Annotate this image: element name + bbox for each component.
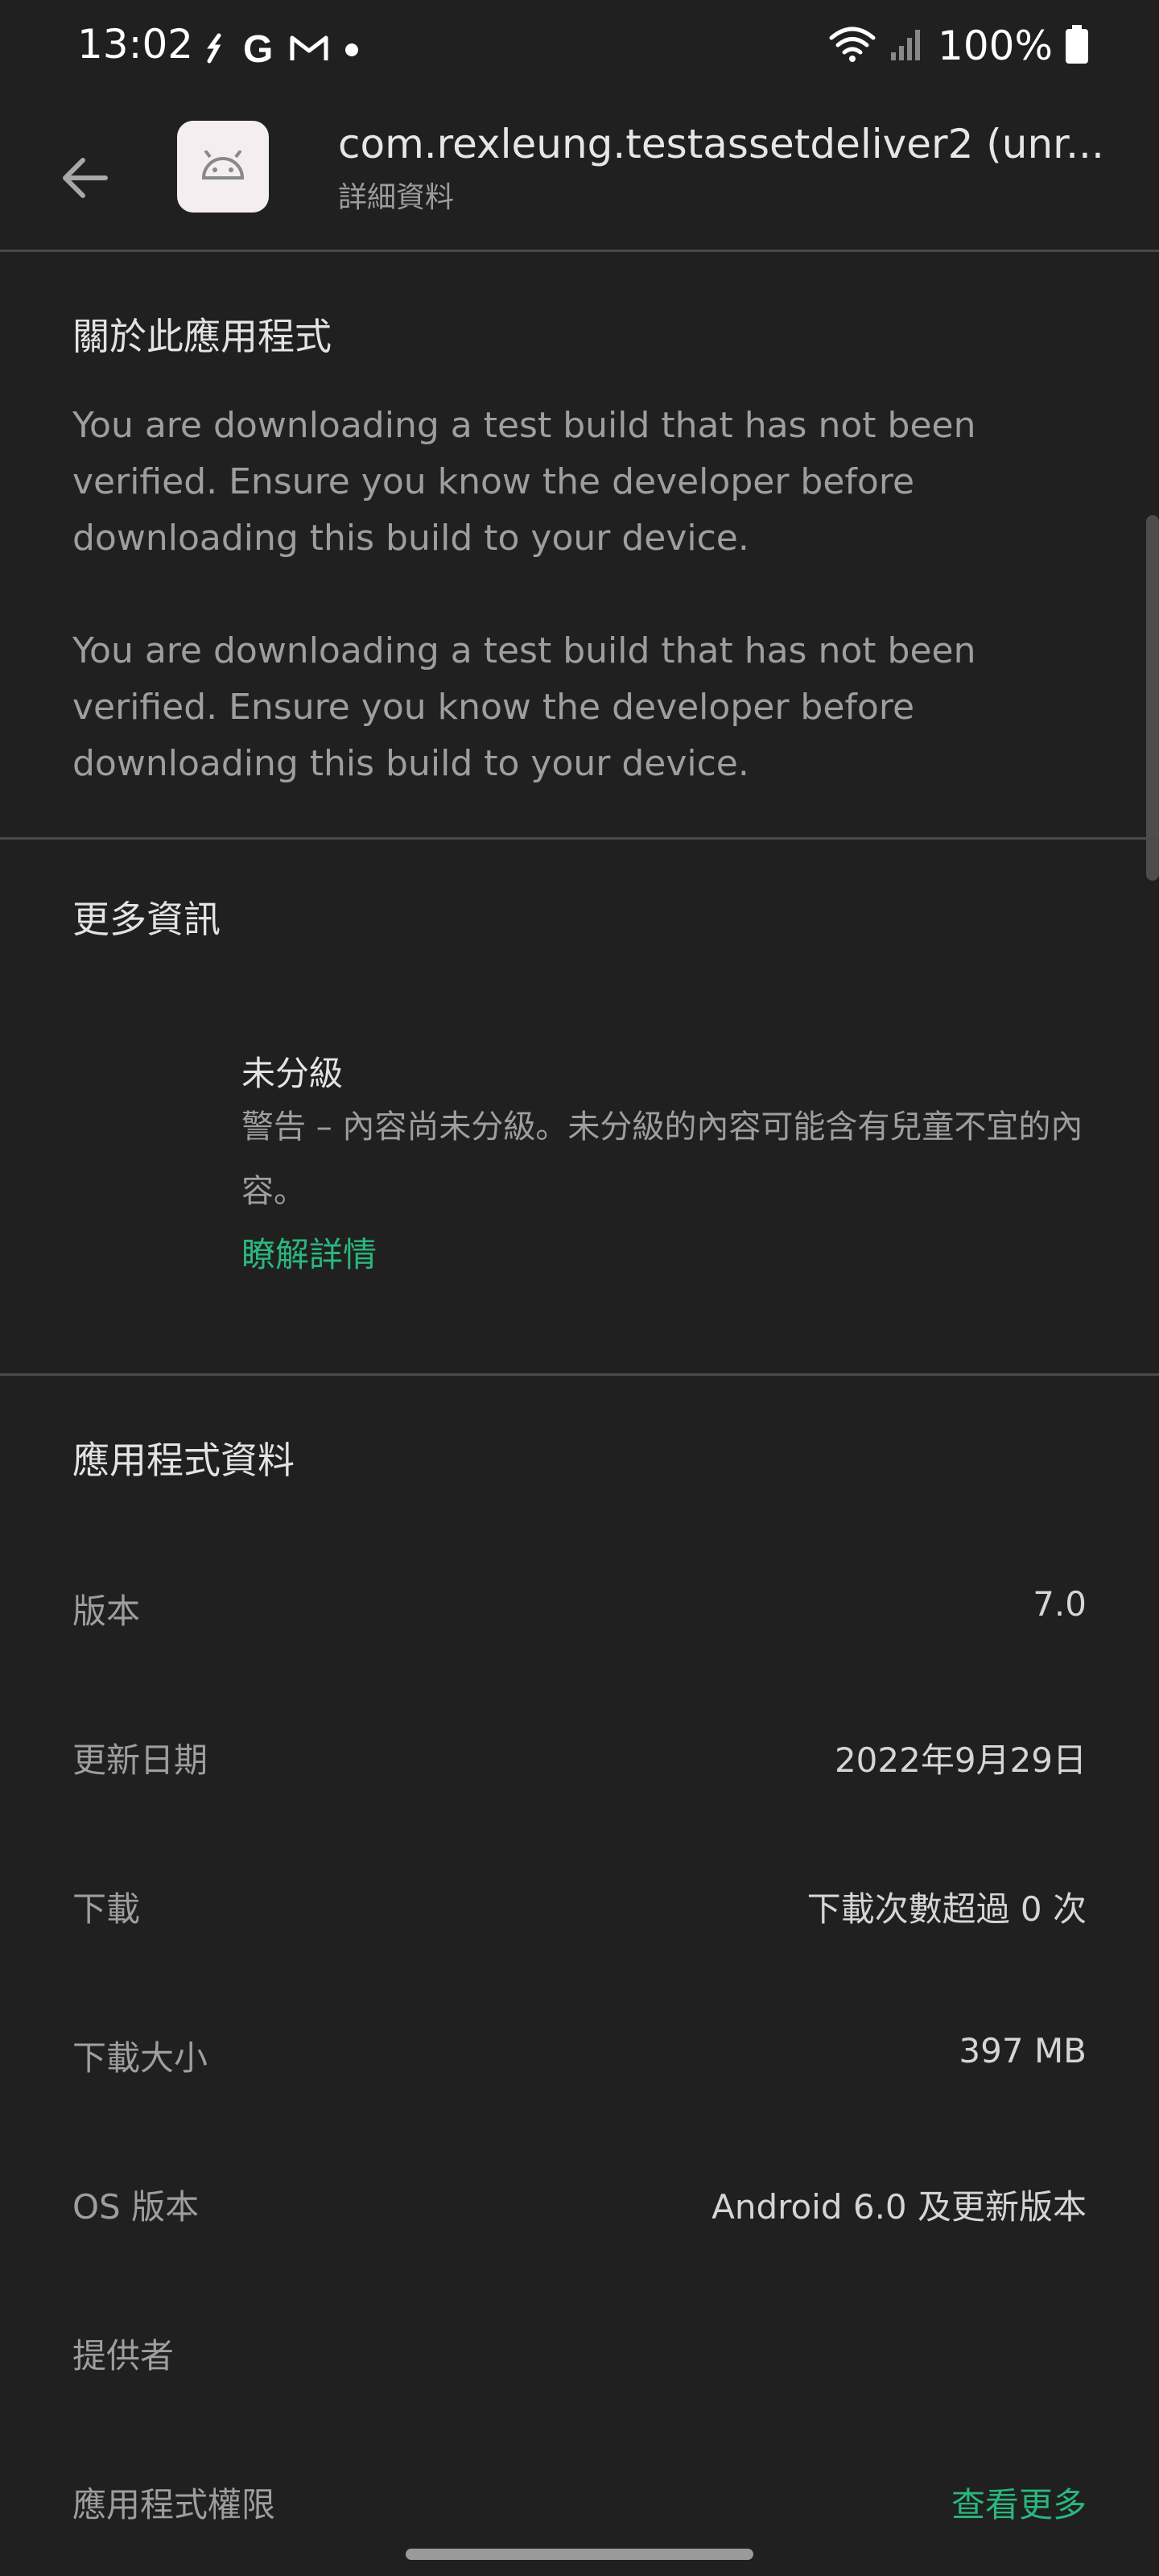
info-row-os-version: OS 版本 Android 6.0 及更新版本 [72, 2180, 1087, 2236]
home-indicator[interactable] [406, 2549, 753, 2560]
info-label: 版本 [72, 1591, 141, 1631]
rating-title: 未分級 [241, 1054, 344, 1093]
more-info-heading: 更多資訊 [72, 898, 221, 941]
back-button[interactable] [48, 142, 121, 214]
info-row-provider: 提供者 [72, 2329, 1087, 2385]
battery-percent: 100% [938, 23, 1053, 69]
learn-more-link[interactable]: 瞭解詳情 [241, 1228, 377, 1277]
about-heading: 關於此應用程式 [72, 315, 332, 358]
sync-icon [203, 32, 227, 68]
arrow-back-icon [63, 158, 108, 198]
rating-description: 警告 – 內容尚未分級。未分級的內容可能含有兒童不宜的內容。 [241, 1108, 1083, 1210]
info-value: 397 MB [959, 2031, 1087, 2070]
info-row-downloads: 下載 下載次數超過 0 次 [72, 1882, 1087, 1938]
app-icon [177, 121, 269, 213]
gmail-icon [289, 33, 329, 67]
app-subtitle: 詳細資料 [338, 181, 455, 214]
android-icon [201, 151, 245, 180]
status-left-icons: G [203, 27, 359, 72]
info-label: OS 版本 [72, 2187, 200, 2227]
scrollbar[interactable] [1146, 515, 1159, 881]
info-label: 下載 [72, 1889, 141, 1929]
see-more-link[interactable]: 查看更多 [951, 2478, 1087, 2527]
info-label: 更新日期 [72, 1740, 208, 1780]
info-label: 提供者 [72, 2336, 175, 2376]
status-right-icons: 100% [828, 23, 1088, 69]
info-label: 下載大小 [72, 2038, 208, 2078]
google-icon: G [243, 28, 274, 71]
divider [0, 837, 1159, 840]
status-time: 13:02 [77, 21, 194, 68]
info-row-version: 版本 7.0 [72, 1584, 1087, 1641]
app-info-heading: 應用程式資料 [72, 1439, 295, 1482]
divider [0, 250, 1159, 252]
info-row-updated: 更新日期 2022年9月29日 [72, 1733, 1087, 1790]
divider [0, 1373, 1159, 1376]
info-value: 2022年9月29日 [834, 1740, 1087, 1780]
info-value: Android 6.0 及更新版本 [711, 2187, 1087, 2227]
info-row-download-size: 下載大小 397 MB [72, 2031, 1087, 2087]
about-paragraph-2: You are downloading a test build that ha… [72, 630, 976, 784]
about-paragraph-1: You are downloading a test build that ha… [72, 405, 976, 559]
info-value: 下載次數超過 0 次 [806, 1889, 1087, 1929]
battery-icon [1066, 25, 1088, 67]
app-bar: com.rexleung.testassetdeliver2 (unr... 詳… [0, 113, 1159, 250]
app-title: com.rexleung.testassetdeliver2 (unr... [338, 121, 1104, 167]
wifi-icon [828, 25, 876, 67]
status-bar: 13:02 G 100% [0, 0, 1159, 97]
info-row-permissions[interactable]: 應用程式權限 查看更多 [72, 2478, 1087, 2534]
info-value: 7.0 [1033, 1584, 1087, 1624]
info-label: 應用程式權限 [72, 2485, 276, 2524]
signal-icon [889, 27, 925, 65]
notification-dot-icon [345, 43, 359, 56]
